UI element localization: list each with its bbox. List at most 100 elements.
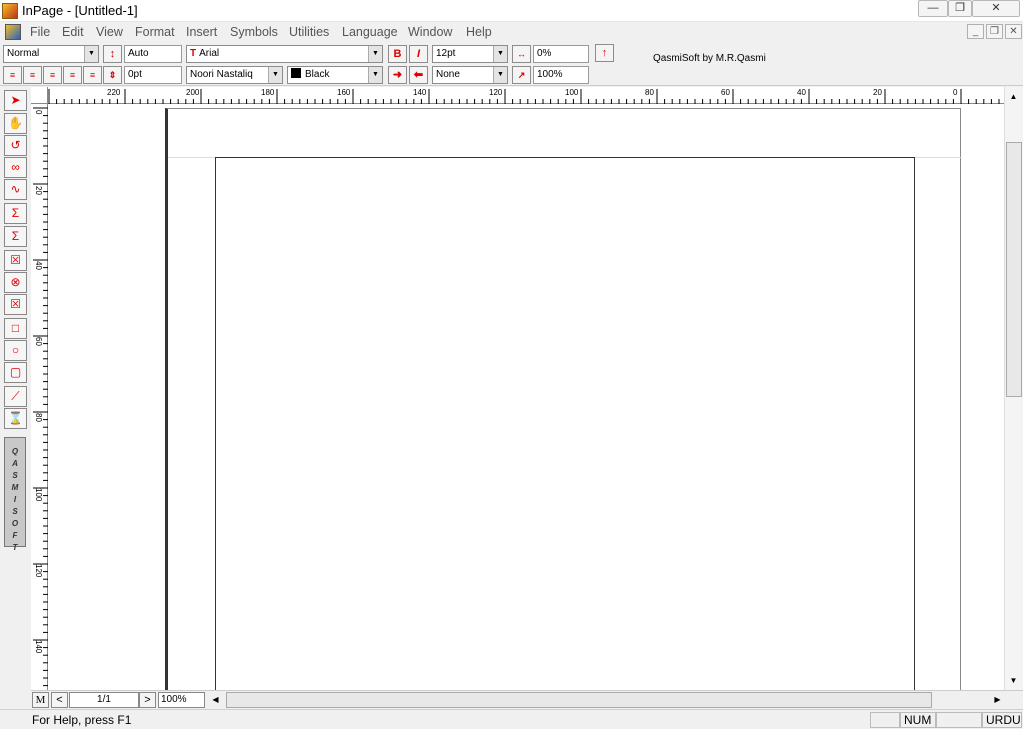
menu-view[interactable]: View <box>96 25 123 39</box>
ruler-label: 0 <box>953 88 958 97</box>
rounded-x-tool-icon[interactable]: ☒ <box>4 294 27 315</box>
menu-format[interactable]: Format <box>135 25 175 39</box>
page-navigation-bar: M < 1/1 > 100% ◀ ▶ <box>31 690 1023 708</box>
bold-button[interactable]: B <box>388 45 407 63</box>
chevron-down-icon: ▼ <box>493 67 507 83</box>
ruler-label: 20 <box>873 88 882 97</box>
title-bar: InPage - [Untitled-1] — ❐ ✕ <box>0 0 1023 22</box>
text-tool-icon[interactable]: Σ <box>4 203 27 224</box>
unlink-tool-icon[interactable]: ∿ <box>4 179 27 200</box>
menu-symbols[interactable]: Symbols <box>230 25 278 39</box>
chevron-down-icon: ▼ <box>368 46 382 62</box>
indent-icon[interactable]: ⇕ <box>103 66 122 84</box>
leading-icon[interactable]: ↕ <box>103 45 122 63</box>
ruler-label: 0 <box>34 110 43 115</box>
previous-page-button[interactable]: < <box>51 692 68 708</box>
leading-field[interactable]: Auto <box>124 45 182 63</box>
next-page-button[interactable]: > <box>139 692 156 708</box>
menu-language[interactable]: Language <box>342 25 398 39</box>
indent-field[interactable]: 0pt <box>124 66 182 84</box>
align-left-icon[interactable]: ≡ <box>23 66 42 84</box>
rotate-tool-icon[interactable]: ↺ <box>4 135 27 156</box>
line-tool-icon[interactable]: ⟋ <box>4 386 27 407</box>
ruler-label: 160 <box>337 88 351 97</box>
zoom-field[interactable]: 100% <box>158 692 205 708</box>
align-right-icon[interactable]: ≡ <box>3 66 22 84</box>
horizontal-ruler[interactable]: 220 200 180 160 140 120 100 80 60 40 20 … <box>31 87 1023 104</box>
justify-icon[interactable]: ≡ <box>63 66 82 84</box>
inpage-app-icon[interactable] <box>2 3 18 19</box>
menu-window[interactable]: Window <box>408 25 452 39</box>
status-panel-blank-2 <box>936 712 982 728</box>
ruler-origin[interactable] <box>31 87 48 104</box>
horizontal-scroll-thumb[interactable] <box>226 692 932 708</box>
language-indicator: URDU <box>982 712 1022 728</box>
doc-minimize-button[interactable]: _ <box>967 24 984 39</box>
chevron-down-icon: ▼ <box>84 46 98 62</box>
menu-edit[interactable]: Edit <box>62 25 84 39</box>
ruler-label: 180 <box>261 88 275 97</box>
menu-insert[interactable]: Insert <box>186 25 217 39</box>
formatting-toolbar: Normal ▼ ↕ Auto T Arial ▼ B I 12pt ▼ ↔ 0% ↑ … <box>0 42 1023 86</box>
scroll-right-arrow-icon[interactable]: ▶ <box>989 691 1006 708</box>
ruler-label: 140 <box>34 640 43 654</box>
align-center-icon[interactable]: ≡ <box>43 66 62 84</box>
scale-icon[interactable]: ↗ <box>512 66 531 84</box>
ellipse-tool-icon[interactable]: ○ <box>4 340 27 361</box>
arrow-up-icon[interactable]: ↑ <box>595 44 614 62</box>
master-page-button[interactable]: M <box>32 692 49 708</box>
chevron-down-icon: ▼ <box>493 46 507 62</box>
style-select[interactable]: Normal ▼ <box>3 45 99 63</box>
document-canvas[interactable] <box>48 104 1004 690</box>
doc-close-button[interactable]: ✕ <box>1005 24 1022 39</box>
close-button[interactable]: ✕ <box>972 0 1020 17</box>
ruler-label: 200 <box>186 88 200 97</box>
pointer-tool-icon[interactable]: ➤ <box>4 90 27 111</box>
font-size-select[interactable]: 12pt ▼ <box>432 45 508 63</box>
menu-utilities[interactable]: Utilities <box>289 25 329 39</box>
vertical-ruler[interactable]: 0 20 40 60 80 100 120 140 <box>31 104 48 690</box>
scroll-left-arrow-icon[interactable]: ◀ <box>207 691 224 708</box>
credit-text: QasmiSoft by M.R.Qasmi <box>653 53 766 64</box>
font-icon: T <box>190 48 197 59</box>
doc-restore-button[interactable]: ❐ <box>986 24 1003 39</box>
box-x-tool-icon[interactable]: ☒ <box>4 250 27 271</box>
circle-x-tool-icon[interactable]: ⊗ <box>4 272 27 293</box>
menu-file[interactable]: File <box>30 25 50 39</box>
minimize-button[interactable]: — <box>918 0 948 17</box>
tracking-field[interactable]: 0% <box>533 45 589 63</box>
hand-tool-icon[interactable]: ✋ <box>4 113 27 134</box>
italic-button[interactable]: I <box>409 45 428 63</box>
arrow-right-icon[interactable]: ➜ <box>388 66 407 84</box>
ruler-label: 220 <box>107 88 121 97</box>
link-tool-icon[interactable]: ∞ <box>4 157 27 178</box>
document-page[interactable] <box>165 108 962 690</box>
page-number-field[interactable]: 1/1 <box>69 692 139 708</box>
ruler-label: 40 <box>797 88 806 97</box>
font-select[interactable]: T Arial ▼ <box>186 45 383 63</box>
ruler-label: 120 <box>489 88 503 97</box>
scroll-up-arrow-icon[interactable]: ▲ <box>1005 88 1022 105</box>
shade-select[interactable]: None ▼ <box>432 66 508 84</box>
urdu-font-select[interactable]: Noori Nastaliq ▼ <box>186 66 283 84</box>
tracking-icon[interactable]: ↔ <box>512 45 531 63</box>
scroll-down-arrow-icon[interactable]: ▼ <box>1005 672 1022 689</box>
hourglass-tool-icon[interactable]: ⌛ <box>4 408 27 429</box>
rectangle-tool-icon[interactable]: □ <box>4 318 27 339</box>
document-icon[interactable] <box>5 24 21 40</box>
rounded-rect-tool-icon[interactable]: ▢ <box>4 362 27 383</box>
text-frame[interactable] <box>215 157 915 690</box>
ruler-label: 60 <box>721 88 730 97</box>
scroll-thumb[interactable] <box>1006 142 1022 397</box>
vertical-scrollbar[interactable]: ▲ ▼ <box>1004 87 1023 690</box>
scale-field[interactable]: 100% <box>533 66 589 84</box>
color-select[interactable]: Black ▼ <box>287 66 383 84</box>
chevron-down-icon: ▼ <box>268 67 282 83</box>
arrow-left-icon[interactable]: ⬅ <box>409 66 428 84</box>
num-lock-indicator: NUM <box>900 712 936 728</box>
maximize-button[interactable]: ❐ <box>948 0 972 17</box>
text-frame-tool-icon[interactable]: Σ <box>4 226 27 247</box>
menu-help[interactable]: Help <box>466 25 492 39</box>
color-swatch-icon <box>291 68 301 78</box>
justify-all-icon[interactable]: ≡ <box>83 66 102 84</box>
